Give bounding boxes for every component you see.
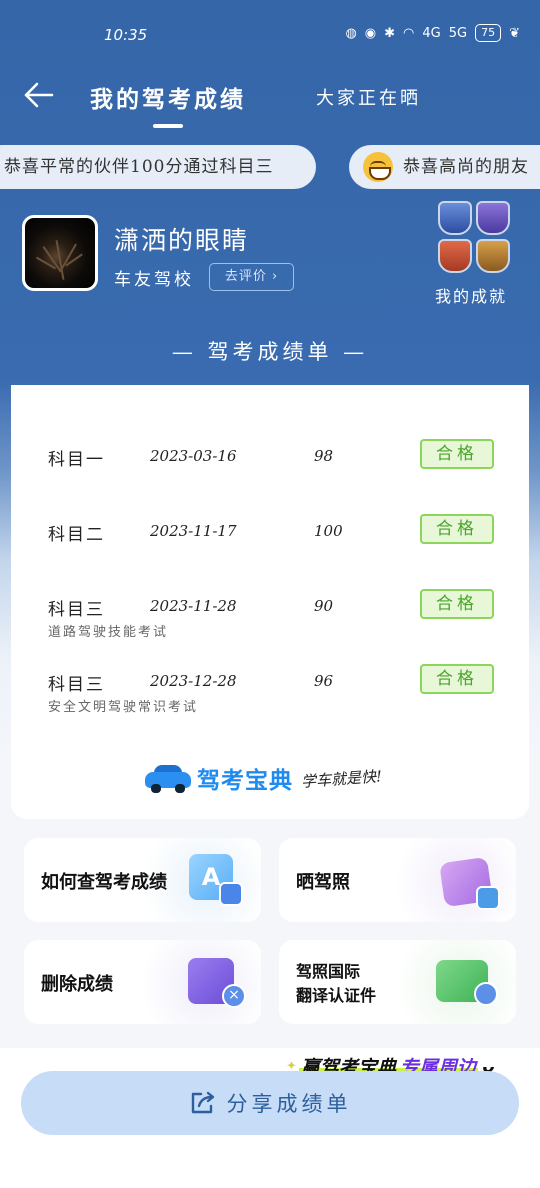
- delete-scores-tile[interactable]: 删除成绩 ×: [24, 940, 261, 1024]
- bluetooth-icon: ✱: [384, 25, 396, 41]
- signal-5g-icon: 5G: [448, 25, 468, 41]
- leaf-icon: ❦: [509, 25, 520, 41]
- share-label: 分享成绩单: [226, 1092, 352, 1116]
- subject: 科目三: [48, 675, 105, 695]
- score-row: 科目二 2023-11-17 100 合格: [11, 514, 529, 580]
- brand-slogan: 学车就是快!: [300, 766, 383, 791]
- signal-4g-icon: 4G: [422, 25, 441, 41]
- brand-name: 驾考宝典: [197, 768, 293, 794]
- exam-note: 道路驾驶技能考试: [48, 625, 169, 640]
- delete-document-icon: ×: [188, 956, 250, 1012]
- id-card-icon: [436, 960, 498, 1016]
- driving-school: 车友驾校: [114, 270, 194, 290]
- top-nav: 我的驾考成绩 大家正在晒: [0, 70, 540, 128]
- how-to-check-scores-tile[interactable]: 如何查驾考成绩 A: [24, 838, 261, 922]
- exam-date: 2023-12-28: [150, 672, 237, 690]
- rate-button[interactable]: 去评价 ›: [209, 263, 294, 291]
- score-row: 科目一 2023-03-16 98 合格: [11, 439, 529, 505]
- profile-section: 潇洒的眼睛 车友驾校 去评价 › 我的成就: [22, 201, 522, 315]
- tile-label: 删除成绩: [41, 974, 113, 995]
- ticker-item-text: 恭喜高尚的朋友: [403, 157, 529, 177]
- ticker-item[interactable]: 恭喜高尚的朋友: [349, 145, 540, 189]
- pass-badge: 合格: [420, 514, 494, 544]
- back-arrow-icon[interactable]: [22, 80, 56, 110]
- nfc-icon: ◍: [345, 25, 357, 41]
- congrats-ticker: 恭喜平常的伙伴100分通过科目三 恭喜高尚的朋友: [0, 145, 540, 189]
- share-score-button[interactable]: 分享成绩单: [21, 1071, 519, 1135]
- status-time: 10:35: [104, 26, 148, 44]
- score-sheet-title: — 驾考成绩单 —: [171, 340, 369, 364]
- exam-score: 90: [314, 597, 334, 615]
- tab-my-scores[interactable]: 我的驾考成绩: [90, 80, 246, 114]
- tile-label: 晒驾照: [296, 872, 350, 893]
- exam-score: 98: [314, 447, 334, 465]
- pass-badge: 合格: [420, 664, 494, 694]
- badge-icon: [476, 201, 510, 235]
- badge-icon: [476, 239, 510, 273]
- exam-date: 2023-03-16: [150, 447, 237, 465]
- ticker-item[interactable]: 恭喜平常的伙伴100分通过科目三: [0, 145, 316, 189]
- pass-badge: 合格: [420, 589, 494, 619]
- exam-date: 2023-11-28: [150, 597, 237, 615]
- subject: 科目三: [48, 600, 105, 620]
- eye-icon: ◉: [364, 25, 377, 41]
- license-translation-tile[interactable]: 驾照国际 翻译认证件: [279, 940, 516, 1024]
- achievement-badges[interactable]: [436, 201, 516, 277]
- exam-score: 100: [314, 522, 343, 540]
- score-row: 科目三 2023-12-28 96 合格 安全文明驾驶常识考试: [11, 664, 529, 730]
- score-sheet-card: 科目一 2023-03-16 98 合格 科目二 2023-11-17 100 …: [11, 385, 529, 819]
- exam-note: 安全文明驾驶常识考试: [48, 700, 199, 715]
- achievements-label[interactable]: 我的成就: [435, 283, 507, 307]
- exam-date: 2023-11-17: [150, 522, 237, 540]
- photo-camera-icon: [434, 856, 500, 912]
- document-search-icon: A: [189, 854, 251, 910]
- username: 潇洒的眼睛: [114, 226, 250, 255]
- tile-label: 如何查驾考成绩: [41, 872, 167, 893]
- status-bar: 10:35 ◍ ◉ ✱ ◠ 4G 5G 75 ❦: [0, 22, 540, 50]
- subject: 科目一: [48, 450, 105, 470]
- battery-icon: 75: [475, 24, 502, 42]
- grin-emoji-icon: [363, 152, 393, 182]
- tab-active-indicator: [153, 124, 183, 128]
- avatar[interactable]: [22, 215, 98, 291]
- share-license-tile[interactable]: 晒驾照: [279, 838, 516, 922]
- subject: 科目二: [48, 525, 105, 545]
- badge-icon: [438, 201, 472, 235]
- exam-score: 96: [314, 672, 334, 690]
- brand-logo: 驾考宝典 学车就是快!: [145, 761, 383, 795]
- tab-everyone-sharing[interactable]: 大家正在晒: [316, 84, 421, 110]
- car-logo-icon: [145, 764, 191, 793]
- score-row: 科目三 2023-11-28 90 合格 道路驾驶技能考试: [11, 589, 529, 655]
- tile-label: 驾照国际 翻译认证件: [296, 962, 377, 1005]
- share-icon: [191, 1091, 214, 1114]
- badge-icon: [438, 239, 472, 273]
- wifi-icon: ◠: [403, 25, 415, 41]
- status-icons: ◍ ◉ ✱ ◠ 4G 5G 75 ❦: [345, 24, 520, 42]
- pass-badge: 合格: [420, 439, 494, 469]
